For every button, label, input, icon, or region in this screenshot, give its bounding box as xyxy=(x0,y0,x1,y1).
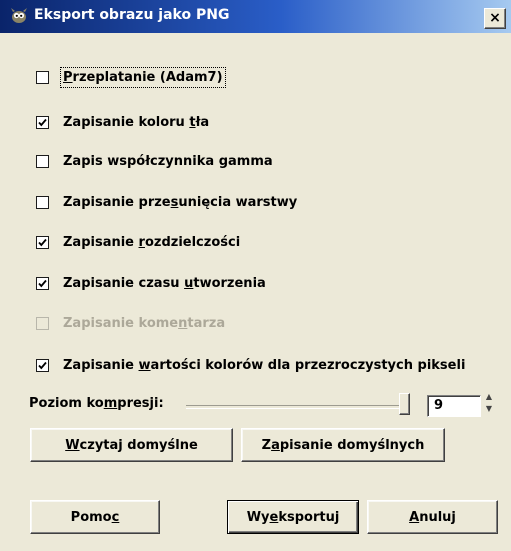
compression-value-input[interactable]: 9 xyxy=(427,395,481,417)
spin-down-icon[interactable]: ▼ xyxy=(483,403,495,415)
compression-slider-track[interactable] xyxy=(186,405,407,409)
checkmark-icon xyxy=(38,118,47,126)
checkbox-interlacing[interactable] xyxy=(36,70,49,84)
gimp-wilber-icon xyxy=(11,8,27,23)
close-button[interactable]: × xyxy=(484,8,506,29)
option-interlacing[interactable]: Przeplatanie (Adam7) xyxy=(36,66,226,88)
checkbox-save-layer-offset[interactable] xyxy=(36,195,49,209)
checkbox-save-gamma[interactable] xyxy=(36,154,49,168)
option-save-layer-offset[interactable]: Zapisanie przesunięcia warstwy xyxy=(36,192,297,212)
title-bar[interactable]: Eksport obrazu jako PNG × xyxy=(0,0,511,33)
compression-label: Poziom kompresji: xyxy=(29,396,164,411)
spin-up-icon[interactable]: ▲ xyxy=(483,391,495,403)
option-save-creation-time[interactable]: Zapisanie czasu utworzenia xyxy=(36,273,266,293)
compression-slider-thumb[interactable] xyxy=(399,393,410,415)
checkbox-save-creation-time[interactable] xyxy=(36,276,49,290)
option-label: Zapisanie komentarza xyxy=(63,315,226,331)
option-label: Zapisanie koloru tła xyxy=(63,114,210,130)
option-label: Przeplatanie (Adam7) xyxy=(60,66,226,88)
option-label: Zapisanie czasu utworzenia xyxy=(63,275,266,291)
option-save-transparent-colors[interactable]: Zapisanie wartości kolorów dla przezrocz… xyxy=(36,355,465,375)
checkmark-icon xyxy=(38,238,47,246)
button-label: Wczytaj domyślne xyxy=(65,437,198,453)
option-label: Zapisanie rozdzielczości xyxy=(63,234,241,250)
option-save-gamma[interactable]: Zapis współczynnika gamma xyxy=(36,151,273,171)
checkbox-save-resolution[interactable] xyxy=(36,235,49,249)
option-save-comment[interactable]: Zapisanie komentarza xyxy=(36,313,225,333)
option-label: Zapisanie przesunięcia warstwy xyxy=(63,194,298,210)
export-png-dialog: Eksport obrazu jako PNG × Przeplatanie (… xyxy=(0,0,511,551)
cancel-button[interactable]: Anuluj xyxy=(367,500,498,534)
button-label: Zapisanie domyślnych xyxy=(261,437,425,453)
option-label: Zapisanie wartości kolorów dla przezrocz… xyxy=(63,357,466,373)
load-defaults-button[interactable]: Wczytaj domyślne xyxy=(30,428,233,462)
compression-spin-arrows[interactable]: ▲ ▼ xyxy=(483,391,495,417)
option-save-background[interactable]: Zapisanie koloru tła xyxy=(36,112,209,132)
checkbox-save-transparent-colors[interactable] xyxy=(36,358,49,372)
button-label: Anuluj xyxy=(409,509,456,525)
close-icon: × xyxy=(489,10,501,26)
option-save-resolution[interactable]: Zapisanie rozdzielczości xyxy=(36,232,240,252)
help-button[interactable]: Pomoc xyxy=(30,500,160,534)
checkbox-save-background[interactable] xyxy=(36,115,49,129)
checkbox-save-comment[interactable] xyxy=(36,316,49,330)
export-button[interactable]: Wyeksportuj xyxy=(227,500,359,534)
button-label: Wyeksportuj xyxy=(246,509,340,525)
save-defaults-button[interactable]: Zapisanie domyślnych xyxy=(241,428,445,462)
checkmark-icon xyxy=(38,361,47,369)
option-label: Zapis współczynnika gamma xyxy=(63,153,273,169)
checkmark-icon xyxy=(38,279,47,287)
button-label: Pomoc xyxy=(70,509,120,525)
window-title: Eksport obrazu jako PNG xyxy=(34,7,230,23)
